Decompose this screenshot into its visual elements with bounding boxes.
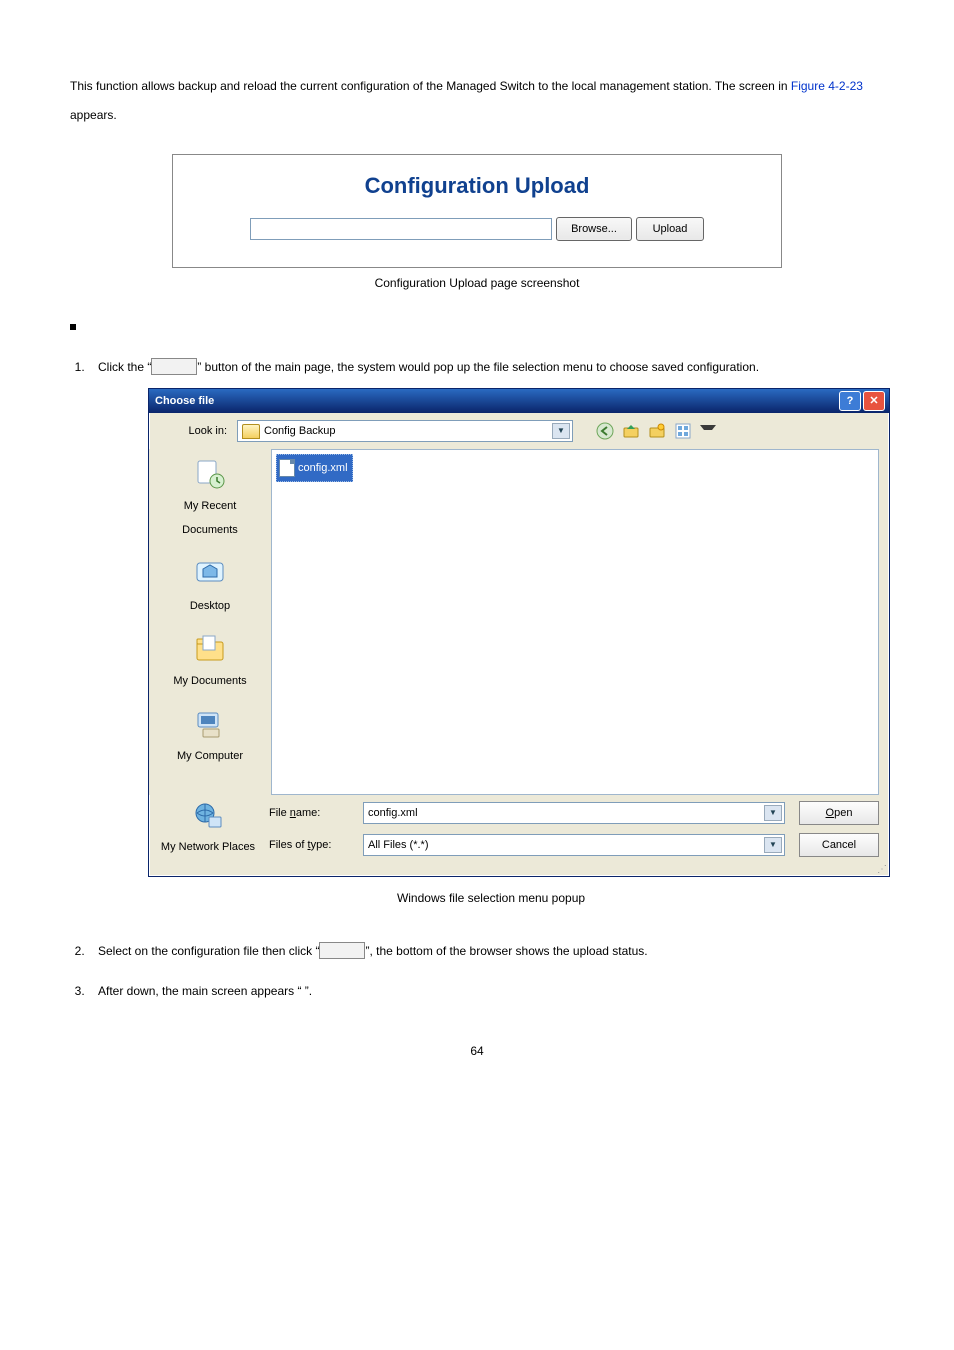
close-button[interactable]: ✕ [863, 391, 885, 411]
step-2: Select on the configuration file then cl… [88, 938, 884, 964]
dialog-titlebar: Choose file ? ✕ [149, 389, 889, 413]
help-button[interactable]: ? [839, 391, 861, 411]
inline-upload-placeholder [319, 942, 365, 959]
square-bullet-icon [70, 324, 76, 330]
place-network-label: My Network Places [153, 835, 263, 859]
views-icon[interactable] [673, 421, 693, 441]
figure-link[interactable]: Figure 4-2-23 [791, 79, 863, 93]
lookin-label: Look in: [159, 419, 231, 443]
filetype-label: Files of type: [269, 833, 357, 857]
screenshot-caption-1: Configuration Upload page screenshot [70, 276, 884, 290]
place-mycomputer-label: My Computer [155, 744, 265, 768]
inline-browse-placeholder [151, 358, 197, 375]
config-upload-screenshot: Configuration Upload Browse... Upload [172, 154, 782, 268]
step-3: After down, the main screen appears “ ”. [88, 978, 884, 1004]
place-desktop-label: Desktop [155, 594, 265, 618]
lookin-value: Config Backup [264, 419, 336, 443]
mycomputer-icon [193, 707, 227, 741]
recent-documents-icon [193, 457, 227, 491]
views-dropdown-icon[interactable] [700, 425, 716, 438]
upload-button[interactable]: Upload [636, 217, 704, 241]
intro-text-2: appears. [70, 108, 117, 122]
step2-text-a: Select on the configuration file then cl… [98, 944, 319, 958]
place-network[interactable]: My Network Places [153, 799, 263, 859]
file-item-selected[interactable]: config.xml [276, 454, 353, 482]
up-folder-icon[interactable] [621, 421, 641, 441]
intro-text-1: This function allows backup and reload t… [70, 79, 791, 93]
dialog-title: Choose file [155, 389, 214, 413]
filename-label: File name: [269, 801, 357, 825]
open-button[interactable]: Open [799, 801, 879, 825]
desktop-icon [193, 557, 227, 591]
upload-path-input[interactable] [250, 218, 552, 240]
config-upload-title: Configuration Upload [243, 173, 711, 199]
choose-file-dialog: Choose file ? ✕ Look in: Config Backup [148, 388, 890, 877]
file-icon [279, 459, 295, 477]
place-mydocs[interactable]: My Documents [155, 632, 265, 693]
mydocuments-icon [193, 632, 227, 666]
filetype-select[interactable]: All Files (*.*) [363, 834, 785, 856]
browse-button[interactable]: Browse... [556, 217, 632, 241]
file-item-label: config.xml [298, 456, 348, 480]
step1-text-b: ” button of the main page, the system wo… [197, 360, 759, 374]
network-places-icon [191, 799, 225, 833]
filename-input[interactable]: config.xml [363, 802, 785, 824]
place-desktop[interactable]: Desktop [155, 557, 265, 618]
step2-text-b: ”, the bottom of the browser shows the u… [365, 944, 647, 958]
place-recent-label: My Recent Documents [155, 494, 265, 542]
new-folder-icon[interactable] [647, 421, 667, 441]
file-list-area[interactable]: config.xml [271, 449, 879, 795]
step1-text-a: Click the “ [98, 360, 151, 374]
cancel-button[interactable]: Cancel [799, 833, 879, 857]
folder-open-icon [242, 424, 260, 439]
intro-paragraph: This function allows backup and reload t… [70, 72, 884, 130]
screenshot-caption-2: Windows file selection menu popup [98, 885, 884, 911]
place-recent[interactable]: My Recent Documents [155, 457, 265, 542]
page-number: 64 [70, 1044, 884, 1058]
step3-text: After down, the main screen appears “ ”. [98, 984, 312, 998]
place-mycomputer[interactable]: My Computer [155, 707, 265, 768]
step-1: Click the “ ” button of the main page, th… [88, 354, 884, 912]
section-bullet [70, 320, 884, 334]
dialog-places-bar: My Recent Documents Desktop [149, 449, 271, 795]
back-icon[interactable] [595, 421, 615, 441]
resize-grip-icon[interactable]: ⋰ [149, 867, 889, 876]
lookin-select[interactable]: Config Backup [237, 420, 573, 442]
place-mydocs-label: My Documents [155, 669, 265, 693]
dialog-toolbar: Look in: Config Backup [149, 413, 889, 449]
